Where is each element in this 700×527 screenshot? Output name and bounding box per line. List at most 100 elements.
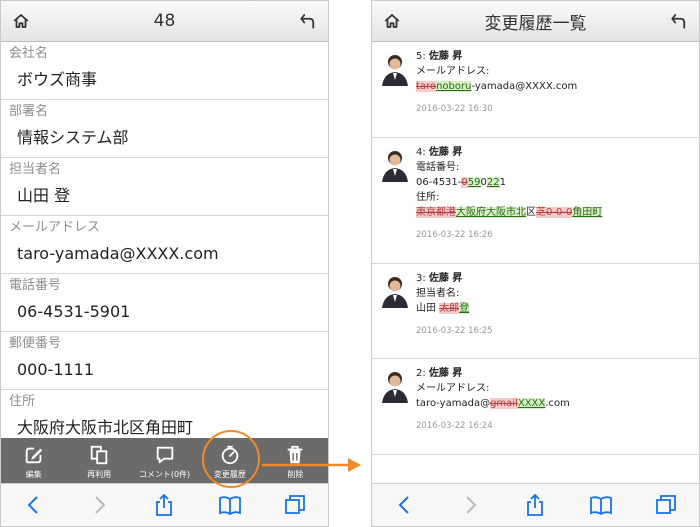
- safari-forward-icon[interactable]: [87, 493, 111, 517]
- bookmarks-icon[interactable]: [589, 493, 613, 517]
- reuse-button[interactable]: 再利用: [66, 438, 131, 486]
- browser-toolbar: [372, 483, 699, 526]
- entry-number: 3:: [416, 273, 426, 284]
- entry-timestamp: 2016-03-22 16:26: [416, 230, 493, 240]
- entry-timestamp: 2016-03-22 16:24: [416, 421, 493, 431]
- back-icon: [671, 14, 686, 29]
- diff-deleted: gmail: [490, 398, 518, 409]
- diff-inserted: 大阪府大阪市北: [456, 207, 526, 218]
- tabs-icon[interactable]: [283, 493, 307, 517]
- changed-field-label: メールアドレス:: [416, 66, 490, 77]
- page-title: 48: [153, 11, 176, 31]
- field-contact-name: 担当者名 山田 登: [1, 158, 328, 216]
- entry-user: 佐藤 昇: [428, 273, 463, 284]
- bookmarks-icon[interactable]: [218, 493, 242, 517]
- entry-number: 5:: [416, 51, 426, 62]
- diff-inserted: 22: [486, 177, 500, 188]
- diff-deleted: 0: [461, 177, 468, 188]
- comment-label: コメント(0件): [138, 470, 191, 479]
- back-button[interactable]: [296, 9, 320, 33]
- diff-line: 06-4531-0590221: [416, 175, 691, 190]
- entry-number: 4:: [416, 147, 426, 158]
- field-label: 部署名: [9, 104, 49, 119]
- entry-number: 2:: [416, 368, 426, 379]
- home-icon: [13, 14, 29, 28]
- home-icon: [384, 14, 400, 28]
- avatar: [382, 277, 408, 308]
- field-value: 000-1111: [17, 360, 95, 379]
- history-entry[interactable]: 2: 佐藤 昇 メールアドレス: taro-yamada@gmailXXXX.c…: [372, 359, 699, 455]
- diff-deleted: 太郎: [439, 303, 460, 314]
- reuse-label: 再利用: [87, 470, 112, 479]
- changed-field-label: 担当者名:: [416, 288, 460, 299]
- history-list-screen: 変更履歴一覧 5: 佐藤 昇 メールアドレス: taronoboru-yamad…: [371, 0, 700, 527]
- diff-unchanged: 1: [499, 177, 506, 188]
- comment-button[interactable]: コメント(0件): [132, 438, 197, 486]
- page-title: 変更履歴一覧: [484, 13, 587, 34]
- safari-back-icon[interactable]: [22, 493, 46, 517]
- back-icon: [300, 14, 315, 29]
- history-highlight-ring: [202, 430, 260, 488]
- comment-icon: [156, 446, 173, 464]
- safari-forward-icon[interactable]: [458, 493, 482, 517]
- field-postal-code: 郵便番号 000-1111: [1, 332, 328, 390]
- field-value: 大阪府大阪市北区角田町: [17, 418, 194, 437]
- field-department: 部署名 情報システム部: [1, 100, 328, 158]
- entry-user: 佐藤 昇: [428, 51, 463, 62]
- history-entry[interactable]: 4: 佐藤 昇 電話番号: 06-4531-0590221 住所: 東京都港大阪…: [372, 138, 699, 264]
- changed-field-label: メールアドレス:: [416, 383, 490, 394]
- changed-field-label: 住所:: [416, 192, 440, 203]
- field-phone: 電話番号 06-4531-5901: [1, 274, 328, 332]
- entry-timestamp: 2016-03-22 16:30: [416, 104, 493, 114]
- home-button[interactable]: [380, 9, 404, 33]
- entry-user: 佐藤 昇: [428, 368, 463, 379]
- diff-unchanged: 0: [480, 177, 487, 188]
- history-entry[interactable]: 3: 佐藤 昇 担当者名: 山田 太郎登 2016-03-22 16:25: [372, 264, 699, 359]
- browser-toolbar: [1, 483, 328, 526]
- back-button[interactable]: [667, 9, 691, 33]
- diff-line: taronoboru-yamada@XXXX.com: [416, 79, 691, 94]
- field-label: 会社名: [9, 46, 49, 61]
- diff-inserted: XXXX: [517, 398, 546, 409]
- safari-back-icon[interactable]: [393, 493, 417, 517]
- edit-icon: [25, 447, 42, 464]
- field-label: メールアドレス: [9, 220, 101, 235]
- home-button[interactable]: [9, 9, 33, 33]
- share-icon[interactable]: [152, 493, 176, 517]
- diff-unchanged: 06-4531-: [416, 177, 462, 188]
- diff-unchanged: -yamada@XXXX.com: [471, 81, 578, 92]
- diff-inserted: 角田町: [572, 207, 603, 218]
- avatar: [382, 372, 408, 403]
- field-email: メールアドレス taro-yamada@XXXX.com: [1, 216, 328, 274]
- field-label: 郵便番号: [9, 336, 62, 351]
- diff-inserted: 登: [459, 303, 470, 314]
- tabs-icon[interactable]: [654, 493, 678, 517]
- history-list: 5: 佐藤 昇 メールアドレス: taronoboru-yamada@XXXX.…: [372, 42, 699, 484]
- avatar: [382, 151, 408, 182]
- edit-button[interactable]: 編集: [1, 438, 66, 486]
- history-entry[interactable]: 5: 佐藤 昇 メールアドレス: taronoboru-yamada@XXXX.…: [372, 42, 699, 138]
- diff-unchanged: .com: [545, 398, 570, 409]
- edit-label: 編集: [25, 470, 42, 479]
- diff-unchanged: 区: [526, 207, 536, 218]
- field-address: 住所 大阪府大阪市北区角田町: [1, 390, 328, 438]
- header-bar: 変更履歴一覧: [372, 1, 699, 42]
- changed-field-label: 電話番号:: [416, 162, 460, 173]
- field-label: 住所: [9, 394, 36, 409]
- copy-icon: [90, 445, 108, 465]
- diff-deleted: 東京都港: [416, 207, 456, 218]
- field-company: 会社名 ボウズ商事: [1, 42, 328, 100]
- field-value: 06-4531-5901: [17, 302, 131, 321]
- field-value: 情報システム部: [17, 128, 129, 147]
- diff-line: 東京都港大阪府大阪市北区芝0-0-0角田町: [416, 205, 691, 220]
- diff-deleted: taro: [416, 81, 437, 92]
- field-label: 担当者名: [9, 162, 62, 177]
- field-label: 電話番号: [9, 278, 62, 293]
- diff-unchanged: taro-yamada@: [416, 398, 491, 409]
- arrow-icon: [262, 458, 361, 472]
- entry-timestamp: 2016-03-22 16:25: [416, 326, 493, 336]
- field-list: 会社名 ボウズ商事 部署名 情報システム部 担当者名 山田 登 メールアドレス …: [1, 42, 328, 438]
- field-value: taro-yamada@XXXX.com: [17, 244, 219, 263]
- share-icon[interactable]: [523, 493, 547, 517]
- entry-user: 佐藤 昇: [428, 147, 463, 158]
